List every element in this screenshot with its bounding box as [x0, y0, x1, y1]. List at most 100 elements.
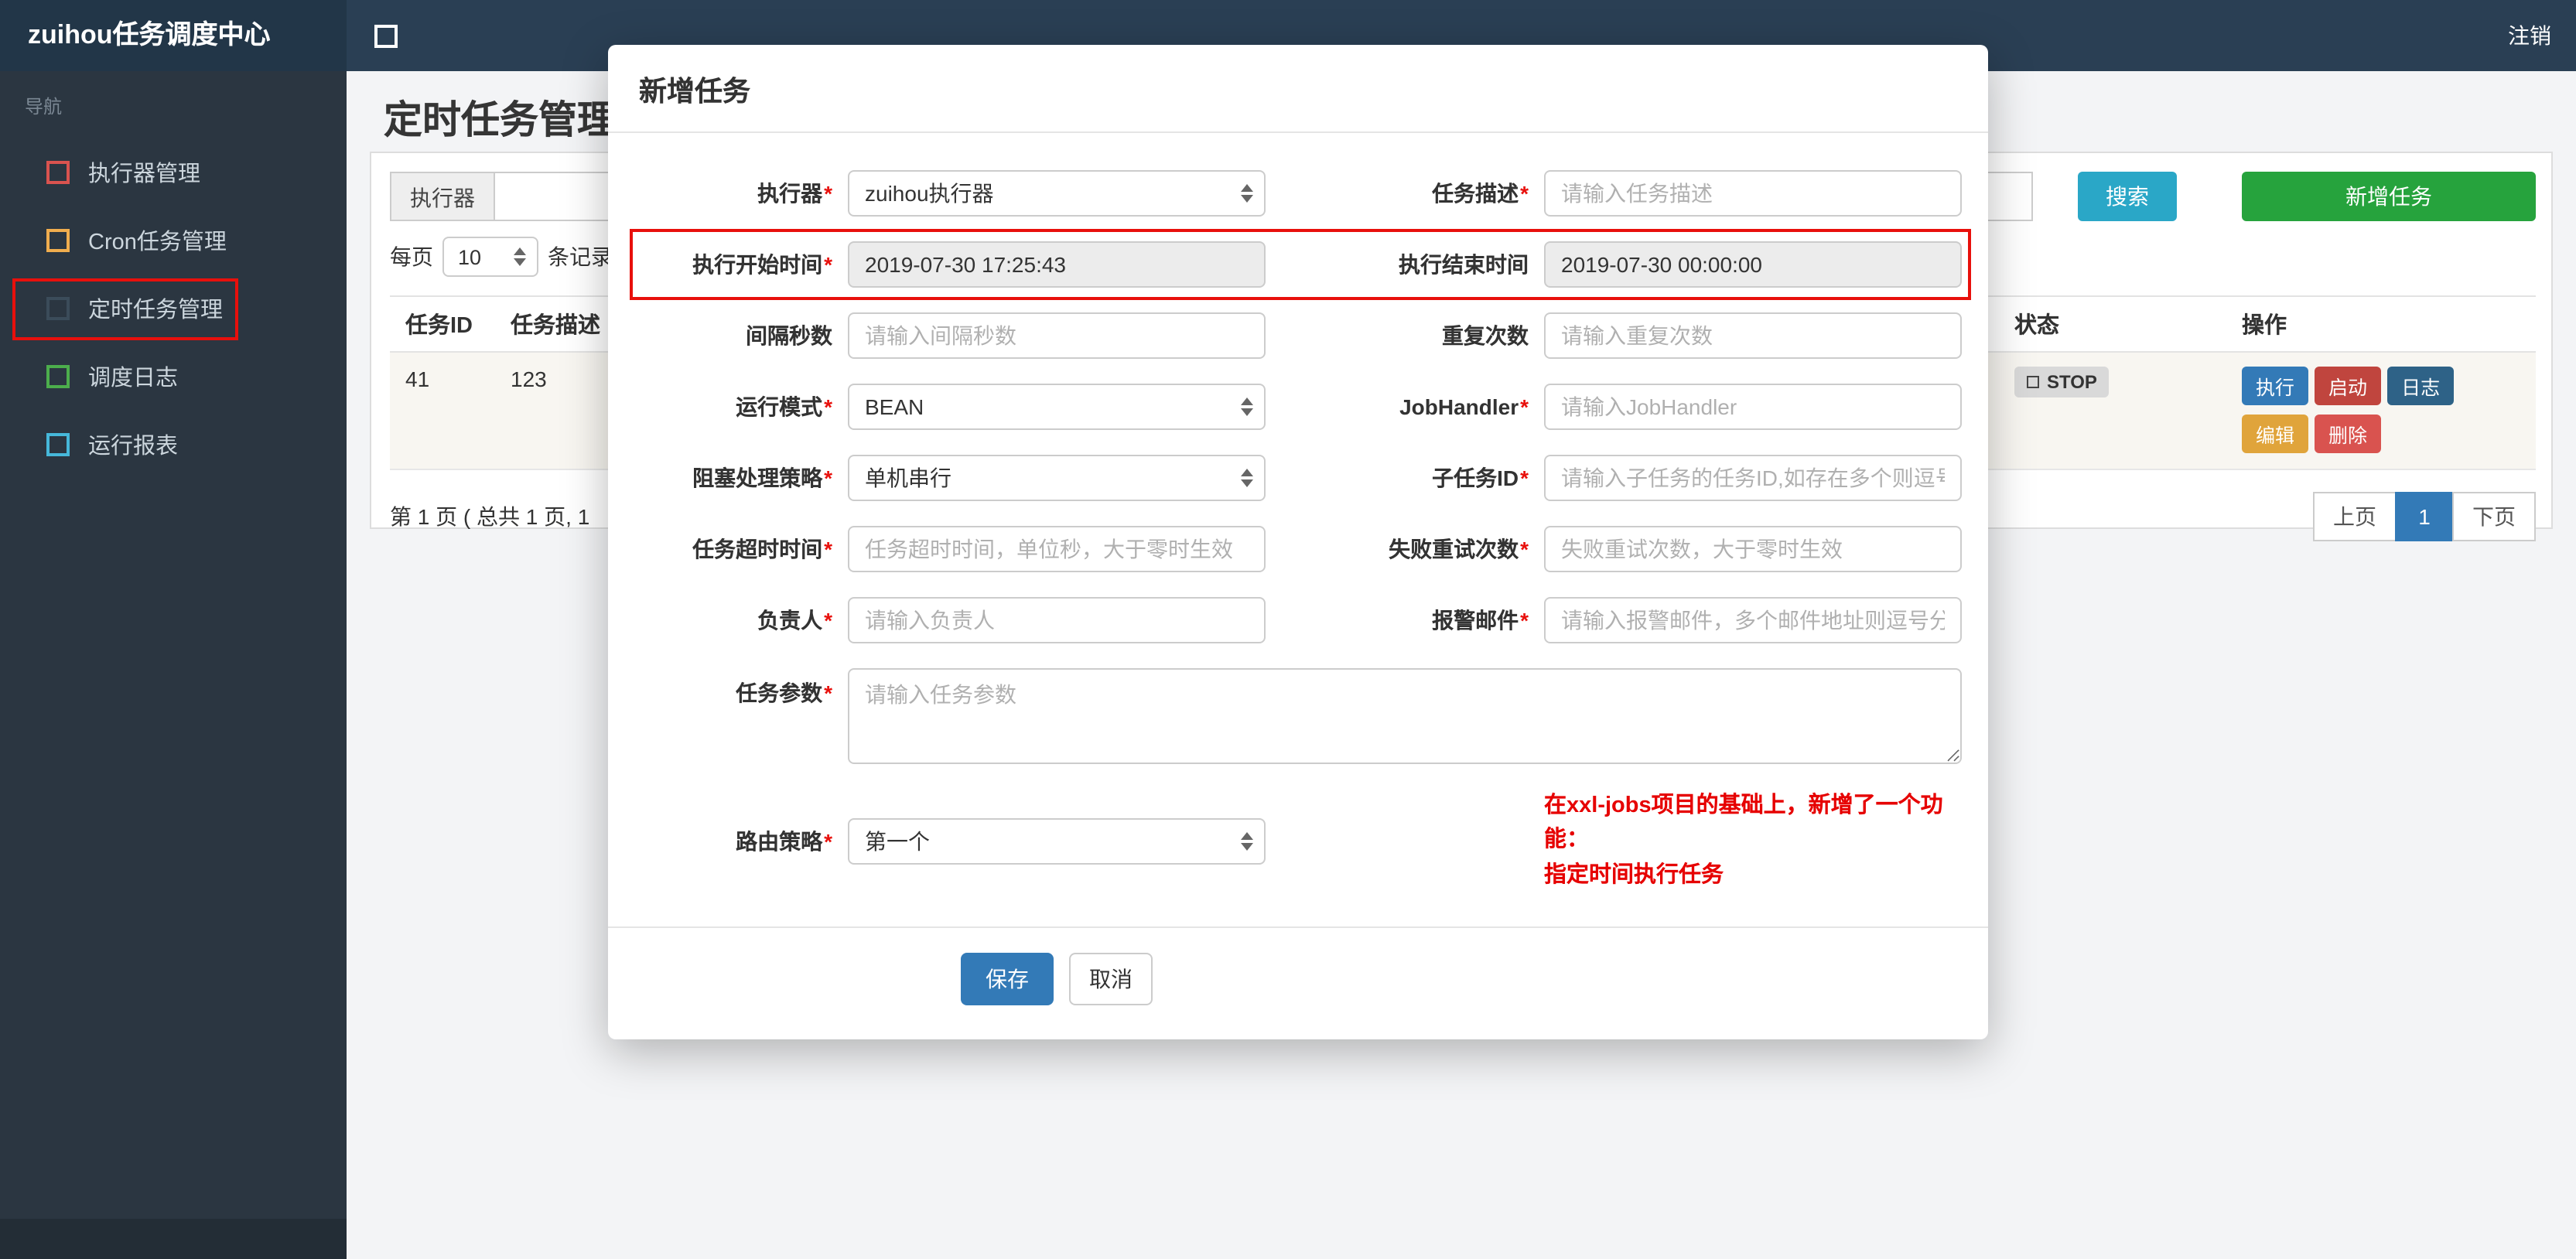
- next-page-button[interactable]: 下页: [2452, 492, 2536, 541]
- sidebar-item-dispatch-log[interactable]: 调度日志: [0, 342, 347, 410]
- required-mark: *: [824, 681, 832, 705]
- status-badge: STOP: [2014, 367, 2110, 397]
- logout-link[interactable]: 注销: [2508, 20, 2551, 51]
- per-page-value: 10: [458, 245, 482, 268]
- col-status: 状态: [2014, 314, 2059, 339]
- add-task-button[interactable]: 新增任务: [2242, 172, 2536, 221]
- per-page-suffix: 条记录: [548, 244, 613, 269]
- block-strategy-select[interactable]: 单机串行: [848, 455, 1266, 501]
- delete-button[interactable]: 删除: [2315, 415, 2382, 453]
- sidebar: 导航 执行器管理 Cron任务管理 定时任务管理 调度日志 运行报表: [0, 71, 347, 1259]
- repeat-count-input[interactable]: [1544, 312, 1962, 359]
- owner-input[interactable]: [848, 597, 1266, 643]
- run-mode-select[interactable]: BEAN: [848, 384, 1266, 430]
- select-arrows-icon: [1241, 469, 1253, 487]
- sidebar-item-label: 调度日志: [88, 366, 178, 391]
- required-mark: *: [1520, 394, 1529, 419]
- timeout-input[interactable]: [848, 526, 1266, 572]
- interval-label: 间隔秒数: [746, 323, 832, 348]
- route-strategy-select[interactable]: 第一个: [848, 817, 1266, 865]
- repeat-count-label: 重复次数: [1442, 323, 1529, 348]
- pagination: 上页 1 下页: [2313, 492, 2536, 541]
- row-actions: 执行 启动 日志 编辑 删除: [2242, 367, 2474, 462]
- modal-body: 执行器* zuihou执行器 任务描述* 执行开始时间* 执行结束时间 间隔秒数…: [608, 133, 1988, 927]
- form-row-executor-desc: 执行器 * zuihou执行器 任务描述 *: [627, 170, 1962, 217]
- required-mark: *: [824, 466, 832, 490]
- required-mark: *: [1520, 181, 1529, 206]
- required-mark: *: [824, 394, 832, 419]
- run-mode-label: 运行模式 *: [736, 394, 832, 419]
- sidebar-footer: [0, 1219, 347, 1259]
- select-arrows-icon: [1241, 397, 1253, 416]
- interval-input[interactable]: [848, 312, 1266, 359]
- cell-task-id: 41: [405, 367, 430, 391]
- form-row-times: 执行开始时间* 执行结束时间: [627, 229, 1971, 300]
- executor-select[interactable]: zuihou执行器: [848, 170, 1266, 217]
- feature-note-line1: 在xxl-jobs项目的基础上，新增了一个功能：: [1544, 793, 1943, 853]
- start-button[interactable]: 启动: [2315, 367, 2382, 405]
- square-icon: [46, 296, 70, 319]
- square-toggle-icon: [374, 24, 398, 47]
- start-time-label: 执行开始时间 *: [692, 252, 832, 277]
- square-icon: [46, 160, 70, 183]
- end-time-input[interactable]: [1544, 241, 1962, 288]
- feature-note-line2: 指定时间执行任务: [1544, 862, 1724, 888]
- page-1-button[interactable]: 1: [2395, 492, 2454, 541]
- owner-label: 负责人 *: [757, 608, 832, 633]
- stop-square-icon: [2027, 376, 2039, 388]
- save-button[interactable]: 保存: [961, 953, 1054, 1006]
- child-job-id-label: 子任务ID *: [1432, 466, 1529, 490]
- route-strategy-select-value: 第一个: [865, 828, 930, 854]
- sidebar-item-run-report[interactable]: 运行报表: [0, 410, 347, 478]
- run-mode-select-value: BEAN: [865, 394, 924, 419]
- required-mark: *: [824, 181, 832, 206]
- end-time-label: 执行结束时间: [1399, 252, 1529, 277]
- nav-section-label: 导航: [25, 96, 63, 118]
- fail-retry-input[interactable]: [1544, 526, 1962, 572]
- required-mark: *: [824, 828, 832, 854]
- job-param-label: 任务参数 *: [736, 681, 832, 705]
- square-icon: [46, 432, 70, 455]
- app-root: zuihou任务调度中心 注销 导航 执行器管理 Cron任务管理 定时任务管理…: [0, 0, 2576, 1259]
- cancel-button[interactable]: 取消: [1069, 953, 1153, 1006]
- alarm-email-label: 报警邮件 *: [1432, 608, 1529, 633]
- form-row-timeout-retry: 任务超时时间* 失败重试次数*: [627, 526, 1962, 572]
- required-mark: *: [824, 252, 832, 277]
- square-icon: [46, 364, 70, 387]
- edit-button[interactable]: 编辑: [2242, 415, 2309, 453]
- fail-retry-label: 失败重试次数 *: [1389, 537, 1529, 561]
- job-desc-input[interactable]: [1544, 170, 1962, 217]
- sidebar-item-cron-task-mgmt[interactable]: Cron任务管理: [0, 206, 347, 274]
- required-mark: *: [1520, 537, 1529, 561]
- modal-title: 新增任务: [608, 45, 1988, 133]
- sidebar-item-label: 运行报表: [88, 434, 178, 459]
- prev-page-button[interactable]: 上页: [2313, 492, 2397, 541]
- execute-button[interactable]: 执行: [2242, 367, 2309, 405]
- alarm-email-input[interactable]: [1544, 597, 1962, 643]
- add-task-modal: 新增任务 执行器* zuihou执行器 任务描述* 执行开始时间* 执行结束时间…: [608, 45, 1988, 1040]
- form-row-runmode-handler: 运行模式 * BEAN JobHandler *: [627, 384, 1962, 430]
- child-job-id-input[interactable]: [1544, 455, 1962, 501]
- search-button[interactable]: 搜索: [2078, 172, 2177, 221]
- required-mark: *: [1520, 608, 1529, 633]
- form-row-owner-email: 负责人* 报警邮件*: [627, 597, 1962, 643]
- sidebar-toggle-button[interactable]: [374, 24, 398, 47]
- sidebar-item-scheduled-task-mgmt[interactable]: 定时任务管理: [0, 274, 347, 342]
- job-param-textarea[interactable]: [848, 668, 1962, 764]
- required-mark: *: [824, 537, 832, 561]
- pagination-summary: 第 1 页 ( 总共 1 页, 1: [390, 504, 590, 529]
- col-actions: 操作: [2242, 314, 2287, 339]
- per-page-select[interactable]: 10: [442, 237, 538, 277]
- start-time-input[interactable]: [848, 241, 1266, 288]
- required-mark: *: [1520, 466, 1529, 490]
- square-icon: [46, 228, 70, 251]
- status-label: STOP: [2047, 371, 2097, 393]
- form-row-job-param: 任务参数 *: [627, 668, 1962, 764]
- feature-note: 在xxl-jobs项目的基础上，新增了一个功能： 指定时间执行任务: [1544, 789, 1962, 893]
- sidebar-item-executor-mgmt[interactable]: 执行器管理: [0, 138, 347, 206]
- job-handler-input[interactable]: [1544, 384, 1962, 430]
- log-button[interactable]: 日志: [2387, 367, 2455, 405]
- page-title: 定时任务管理: [384, 99, 617, 142]
- select-arrows-icon: [1241, 831, 1253, 851]
- sidebar-item-label: 定时任务管理: [88, 298, 223, 322]
